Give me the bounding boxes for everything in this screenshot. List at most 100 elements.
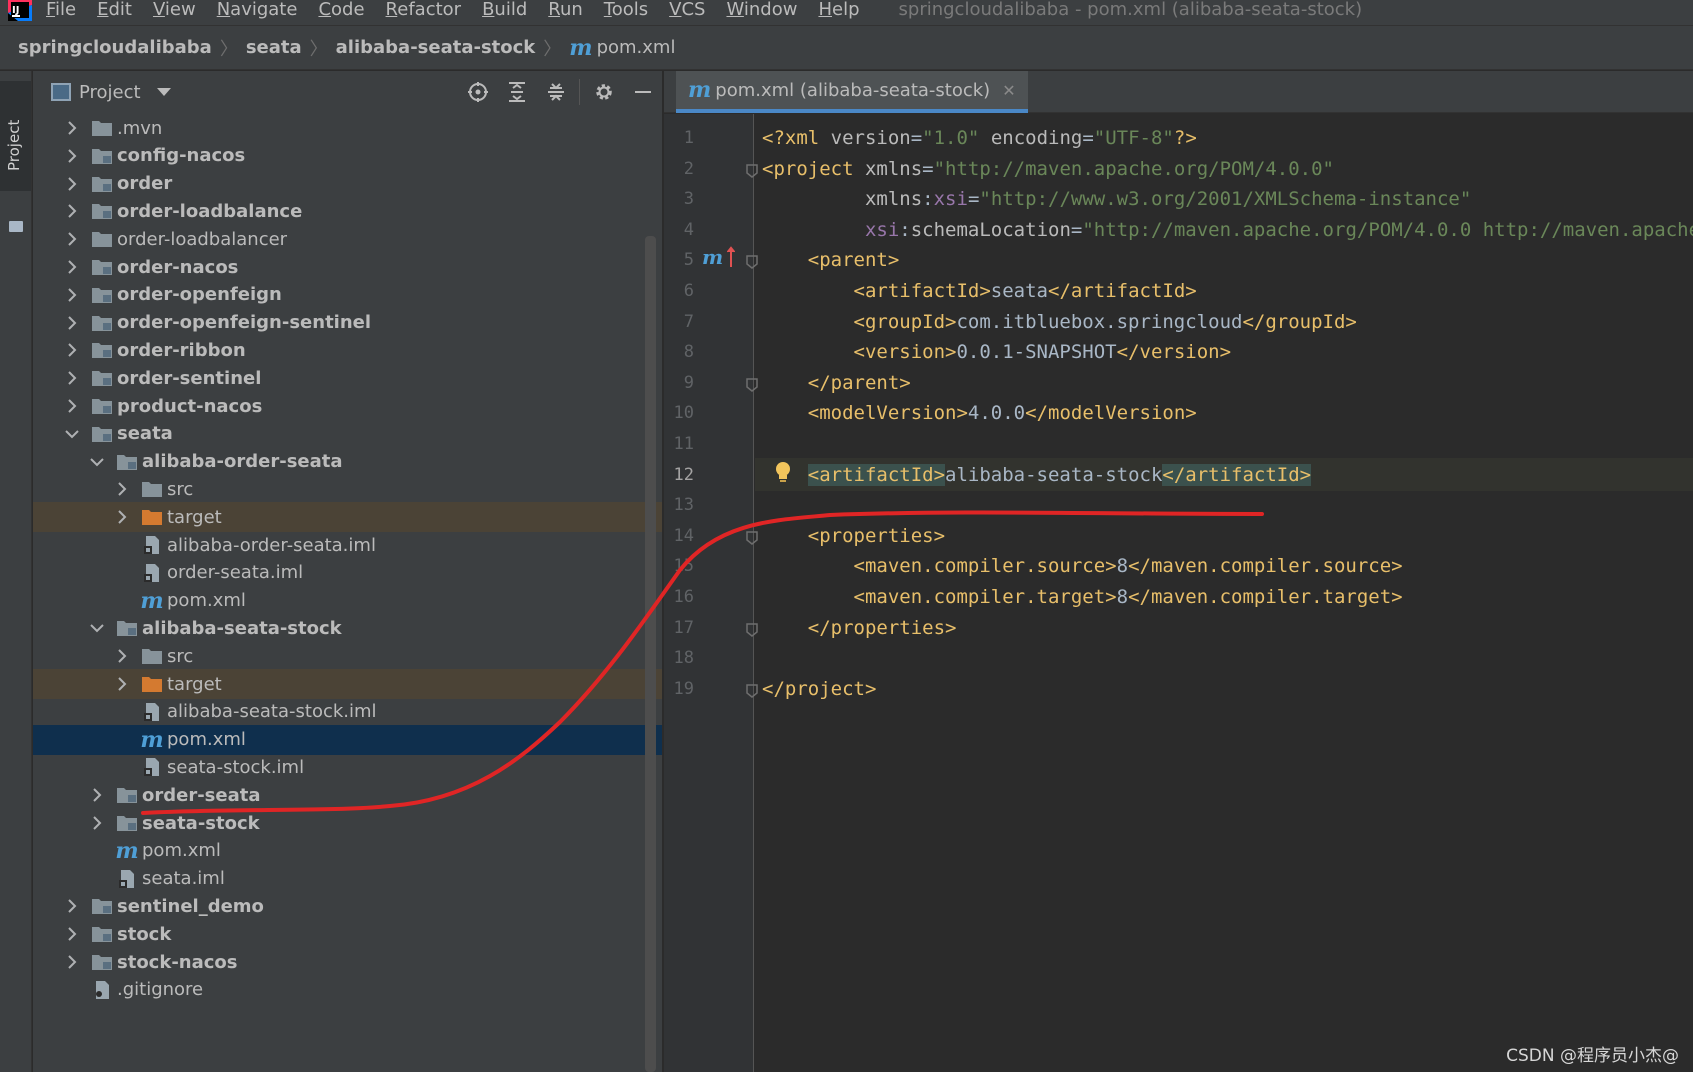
tree-item-order-sentinel[interactable]: order-sentinel bbox=[33, 363, 662, 393]
chevron-right-icon[interactable] bbox=[65, 196, 79, 226]
close-icon[interactable]: ✕ bbox=[1002, 81, 1015, 100]
tree-item-product-nacos[interactable]: product-nacos bbox=[33, 391, 662, 421]
tree-item-seata-iml[interactable]: seata.iml bbox=[33, 864, 662, 894]
chevron-right-icon[interactable] bbox=[65, 363, 79, 393]
menu-item-edit[interactable]: Edit bbox=[97, 0, 132, 20]
chevron-right-icon[interactable] bbox=[65, 252, 79, 282]
chevron-right-icon[interactable] bbox=[90, 808, 104, 838]
code-line[interactable]: <project xmlns="http://maven.apache.org/… bbox=[762, 153, 1334, 186]
menu-item-tools[interactable]: Tools bbox=[604, 0, 648, 20]
tree-item-pom-xml[interactable]: m pom.xml bbox=[33, 836, 662, 866]
fold-marker-icon[interactable] bbox=[746, 530, 758, 545]
code-line[interactable]: </parent> bbox=[762, 367, 911, 400]
project-scrollbar[interactable] bbox=[645, 236, 656, 1072]
tree-item-order-nacos[interactable]: order-nacos bbox=[33, 252, 662, 282]
tree-item--mvn[interactable]: .mvn bbox=[33, 113, 662, 143]
tree-item-order-loadbalance[interactable]: order-loadbalance bbox=[33, 196, 662, 226]
tree-item-pom-xml[interactable]: m pom.xml bbox=[33, 724, 662, 755]
tree-item-pom-xml[interactable]: m pom.xml bbox=[33, 586, 662, 616]
menu-item-vcs[interactable]: VCS bbox=[669, 0, 705, 20]
gear-icon[interactable] bbox=[584, 71, 623, 113]
chevron-right-icon[interactable] bbox=[65, 224, 79, 254]
tree-item-order-ribbon[interactable]: order-ribbon bbox=[33, 335, 662, 365]
tree-item-stock-nacos[interactable]: stock-nacos bbox=[33, 947, 662, 977]
code-line[interactable]: <maven.compiler.target>8</maven.compiler… bbox=[762, 581, 1403, 614]
code-line[interactable]: xsi:schemaLocation="http://maven.apache.… bbox=[762, 214, 1693, 247]
chevron-right-icon[interactable] bbox=[90, 780, 104, 810]
chevron-right-icon[interactable] bbox=[115, 474, 129, 504]
chevron-right-icon[interactable] bbox=[65, 891, 79, 921]
menu-item-code[interactable]: Code bbox=[318, 0, 364, 20]
menu-item-help[interactable]: Help bbox=[818, 0, 859, 20]
code-line[interactable]: </properties> bbox=[762, 612, 957, 645]
tree-item-src[interactable]: src bbox=[33, 474, 662, 504]
fold-marker-icon[interactable] bbox=[746, 683, 758, 698]
tree-item-src[interactable]: src bbox=[33, 641, 662, 671]
minimize-icon[interactable] bbox=[623, 71, 662, 113]
menu-item-run[interactable]: Run bbox=[548, 0, 583, 20]
tree-item-config-nacos[interactable]: config-nacos bbox=[33, 141, 662, 171]
menu-item-refactor[interactable]: Refactor bbox=[386, 0, 462, 20]
menu-item-file[interactable]: File bbox=[46, 0, 76, 20]
tree-item-stock[interactable]: stock bbox=[33, 919, 662, 949]
tree-item--gitignore[interactable]: .gitignore bbox=[33, 975, 662, 1005]
tree-item-order-openfeign-sentinel[interactable]: order-openfeign-sentinel bbox=[33, 308, 662, 338]
tree-item-target[interactable]: target bbox=[33, 502, 662, 533]
chevron-down-icon[interactable] bbox=[90, 447, 104, 477]
tree-item-seata-stock[interactable]: seata-stock bbox=[33, 808, 662, 838]
fold-marker-icon[interactable] bbox=[746, 622, 758, 637]
menu-item-window[interactable]: Window bbox=[726, 0, 797, 20]
chevron-right-icon[interactable] bbox=[65, 947, 79, 977]
chevron-right-icon[interactable] bbox=[65, 169, 79, 199]
chevron-right-icon[interactable] bbox=[65, 919, 79, 949]
tab-pom-xml[interactable]: m pom.xml (alibaba-seata-stock) ✕ bbox=[676, 71, 1028, 113]
code-line[interactable]: <properties> bbox=[762, 520, 945, 553]
code-line[interactable]: <modelVersion>4.0.0</modelVersion> bbox=[762, 397, 1197, 430]
lightbulb-icon[interactable] bbox=[774, 461, 792, 485]
chevron-down-icon[interactable] bbox=[156, 88, 171, 96]
chevron-right-icon[interactable] bbox=[65, 280, 79, 310]
tree-item-order-openfeign[interactable]: order-openfeign bbox=[33, 280, 662, 310]
chevron-right-icon[interactable] bbox=[65, 113, 79, 143]
fold-marker-icon[interactable] bbox=[746, 163, 758, 178]
code-line[interactable]: <?xml version="1.0" encoding="UTF-8"?> bbox=[762, 122, 1197, 155]
chevron-right-icon[interactable] bbox=[65, 308, 79, 338]
chevron-right-icon[interactable] bbox=[115, 502, 129, 532]
chevron-right-icon[interactable] bbox=[65, 391, 79, 421]
chevron-right-icon[interactable] bbox=[65, 335, 79, 365]
collapse-all-icon[interactable] bbox=[536, 71, 575, 113]
code-line[interactable]: <groupId>com.itbluebox.springcloud</grou… bbox=[762, 306, 1357, 339]
project-view-title[interactable]: Project bbox=[79, 82, 141, 103]
menu-item-build[interactable]: Build bbox=[482, 0, 527, 20]
tree-item-order-seata[interactable]: order-seata bbox=[33, 780, 662, 810]
maven-parent-gutter-icon[interactable]: m bbox=[702, 246, 736, 268]
tree-item-order-loadbalancer[interactable]: order-loadbalancer bbox=[33, 224, 662, 254]
tree-item-order[interactable]: order bbox=[33, 169, 662, 199]
chevron-down-icon[interactable] bbox=[90, 613, 104, 643]
chevron-down-icon[interactable] bbox=[65, 419, 79, 449]
menu-item-view[interactable]: View bbox=[153, 0, 196, 20]
chevron-right-icon[interactable] bbox=[115, 641, 129, 671]
chevron-right-icon[interactable] bbox=[115, 669, 129, 699]
code-line[interactable]: <maven.compiler.source>8</maven.compiler… bbox=[762, 550, 1403, 583]
code-line[interactable]: <artifactId>alibaba-seata-stock</artifac… bbox=[762, 459, 1312, 492]
tree-item-alibaba-order-seata-iml[interactable]: alibaba-order-seata.iml bbox=[33, 530, 662, 560]
tree-item-order-seata-iml[interactable]: order-seata.iml bbox=[33, 558, 662, 588]
breadcrumb-item-project[interactable]: springcloudalibaba bbox=[18, 37, 212, 58]
expand-all-icon[interactable] bbox=[497, 71, 536, 113]
fold-marker-icon[interactable] bbox=[746, 377, 758, 392]
tree-item-alibaba-seata-stock-iml[interactable]: alibaba-seata-stock.iml bbox=[33, 697, 662, 727]
tree-item-seata[interactable]: seata bbox=[33, 419, 662, 449]
code-line[interactable]: <artifactId>seata</artifactId> bbox=[762, 275, 1197, 308]
tree-item-alibaba-order-seata[interactable]: alibaba-order-seata bbox=[33, 447, 662, 477]
locate-file-icon[interactable] bbox=[458, 71, 497, 113]
tree-item-seata-stock-iml[interactable]: seata-stock.iml bbox=[33, 752, 662, 782]
code-line[interactable]: <parent> bbox=[762, 244, 900, 277]
tree-item-sentinel-demo[interactable]: sentinel_demo bbox=[33, 891, 662, 921]
code-line[interactable]: xmlns:xsi="http://www.w3.org/2001/XMLSch… bbox=[762, 183, 1471, 216]
code-line[interactable]: <version>0.0.1-SNAPSHOT</version> bbox=[762, 336, 1232, 369]
menu-item-navigate[interactable]: Navigate bbox=[217, 0, 298, 20]
chevron-right-icon[interactable] bbox=[65, 141, 79, 171]
tree-item-alibaba-seata-stock[interactable]: alibaba-seata-stock bbox=[33, 613, 662, 643]
breadcrumb-item-seata[interactable]: seata bbox=[246, 37, 302, 58]
